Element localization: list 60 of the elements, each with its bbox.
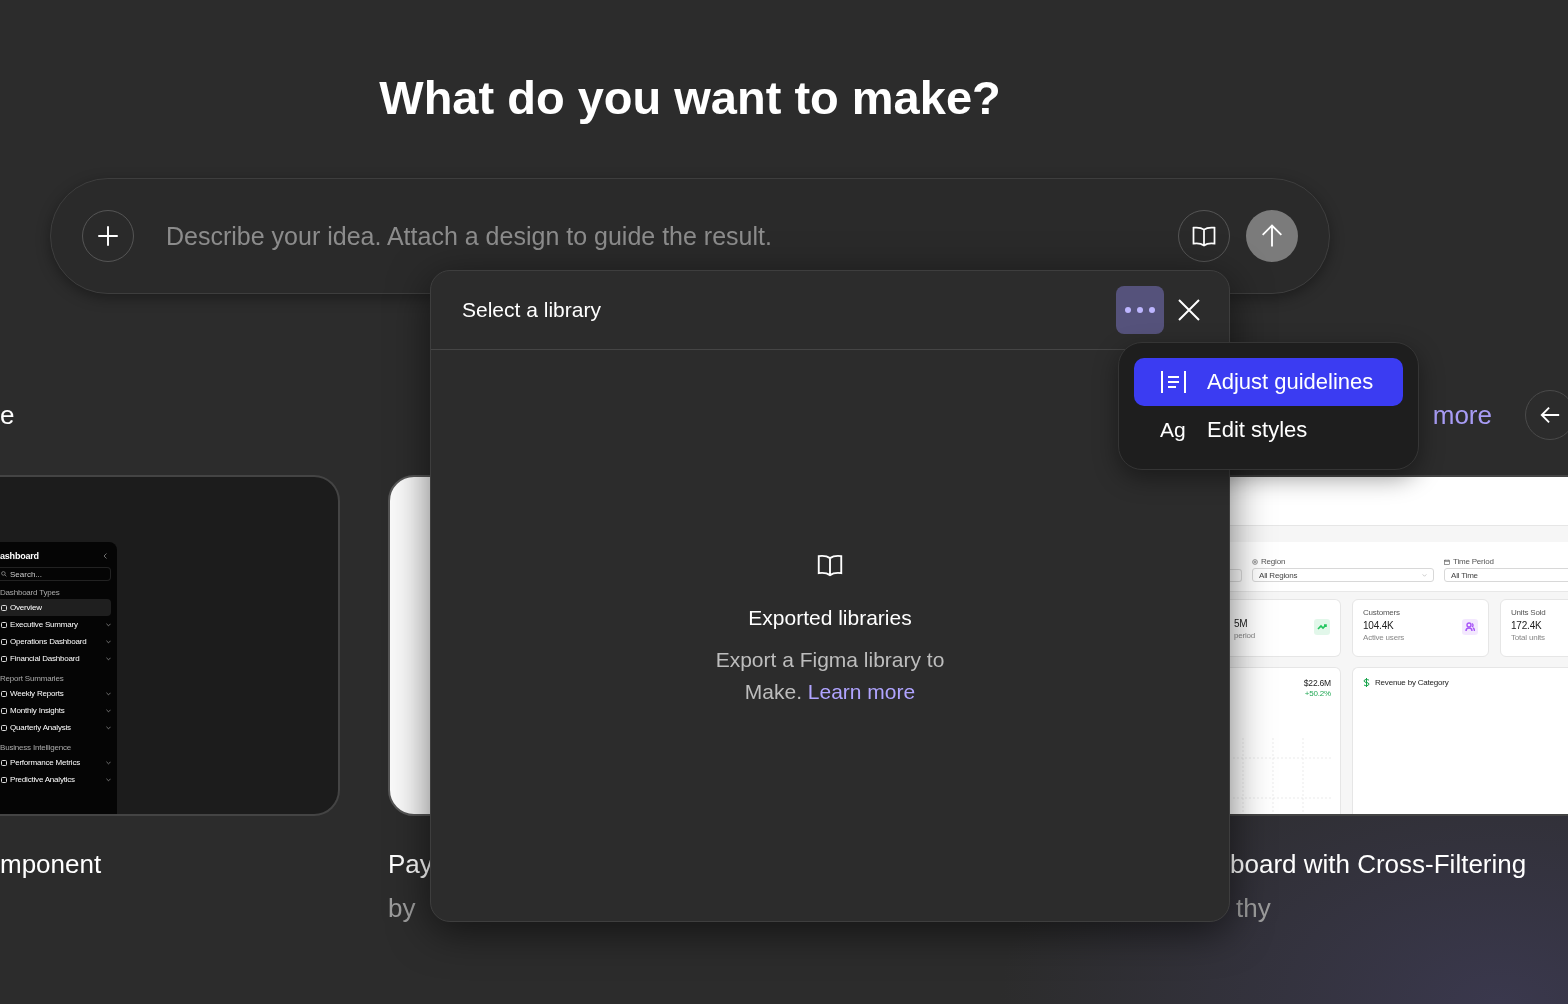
section-title: e: [0, 399, 15, 431]
select-field[interactable]: All Time: [1444, 568, 1568, 582]
calendar-icon: [1444, 558, 1450, 565]
sidebar-item[interactable]: Weekly Reports: [0, 685, 111, 702]
page-heading: What do you want to make?: [378, 70, 1002, 126]
template-title: board with Cross-Filtering: [1229, 848, 1528, 880]
panel-value: $22.6M: [1302, 678, 1331, 688]
template-title: mponent: [0, 848, 103, 880]
prompt-field[interactable]: Describe your idea. Attach a design to guide the result.: [166, 216, 1162, 256]
filter-label: Time Period: [1453, 557, 1494, 566]
text-style-icon: Ag: [1160, 418, 1187, 442]
template-author: by: [388, 892, 417, 924]
sidebar-item[interactable]: Operations Dashboard: [0, 633, 111, 650]
plus-icon: [95, 223, 121, 249]
arrow-left-icon: [1539, 404, 1561, 426]
template-author: thy: [1235, 892, 1272, 924]
template-preview[interactable]: [0, 475, 340, 816]
filter-label: Region: [1261, 557, 1286, 566]
stat-value: 104.4K: [1363, 620, 1395, 631]
stat-note: period: [1234, 631, 1257, 640]
sidebar-item[interactable]: Performance Metrics: [0, 754, 111, 771]
sidebar-item[interactable]: Monthly Insights: [0, 702, 111, 719]
empty-description: Export a Figma library to Make. Learn more: [714, 646, 946, 705]
more-options-button[interactable]: [1116, 286, 1164, 334]
search-input[interactable]: Search...: [10, 569, 90, 579]
learn-more-link[interactable]: Learn more: [807, 679, 916, 703]
sidebar-group-label: Business Intelligence: [0, 743, 72, 752]
see-more-link[interactable]: more: [1432, 399, 1492, 431]
select-field[interactable]: All Regions: [1252, 568, 1434, 582]
menu-item[interactable]: Ag Edit styles: [1134, 406, 1403, 454]
send-button[interactable]: [1246, 210, 1298, 262]
sidebar-group-label: Report Summaries: [0, 674, 65, 683]
sidebar-item[interactable]: Predictive Analytics: [0, 771, 111, 788]
sidebar-title: ashboard: [0, 551, 39, 561]
close-icon: [1178, 299, 1200, 321]
search-icon: [1, 571, 7, 577]
stat-note: Total units: [1511, 633, 1546, 642]
dialog-title: Select a library: [462, 298, 602, 322]
panel-title: Revenue by Category: [1375, 678, 1449, 687]
guidelines-icon: [1160, 370, 1187, 394]
stat-label: Customers: [1363, 608, 1401, 617]
stat-value: 5M: [1234, 618, 1249, 629]
stat-value: 172.4K: [1511, 620, 1543, 631]
template-title: Pay: [388, 848, 434, 880]
stat-label: Units Sold: [1511, 608, 1547, 617]
sidebar-item[interactable]: Financial Dashboard: [0, 650, 111, 667]
close-button[interactable]: [1176, 297, 1202, 323]
search-field[interactable]: Search...: [0, 567, 111, 581]
sidebar-item[interactable]: Quarterly Analysis: [0, 719, 111, 736]
sidebar-item[interactable]: Executive Summary: [0, 616, 111, 633]
menu-item[interactable]: Adjust guidelines: [1134, 358, 1403, 406]
empty-title: Exported libraries: [748, 605, 912, 630]
more-icon: [1124, 306, 1156, 314]
chevron-left-icon[interactable]: [103, 553, 107, 559]
sidebar-group-label: Dashboard Types: [0, 588, 61, 597]
dollar-icon: [1363, 678, 1370, 687]
stat-note: Active users: [1363, 633, 1406, 642]
pin-icon: [1252, 558, 1258, 565]
sidebar-item[interactable]: Overview: [0, 599, 111, 616]
panel-change: +50.2%: [1303, 689, 1331, 698]
